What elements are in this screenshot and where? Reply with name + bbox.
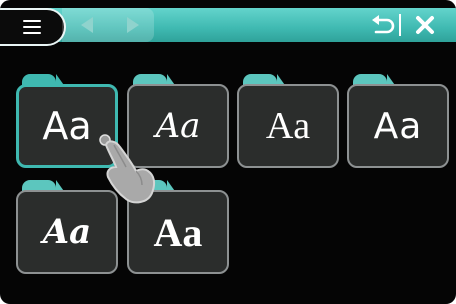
menu-button[interactable] (0, 8, 66, 46)
undo-icon (372, 15, 395, 34)
forward-button[interactable] (114, 8, 154, 42)
arrow-right-icon (127, 17, 139, 33)
font-picker-screen: Aa Aa Aa Aa Aa Aa (0, 0, 456, 304)
close-icon (416, 16, 434, 34)
font-tile-3[interactable]: Aa (237, 74, 339, 168)
arrow-left-icon (81, 17, 93, 33)
close-button[interactable] (408, 8, 442, 42)
hamburger-icon (23, 20, 41, 34)
back-button[interactable] (68, 8, 108, 42)
undo-button[interactable] (368, 8, 398, 42)
font-sample-label: Aa (373, 105, 423, 147)
navigation-arrows (62, 8, 154, 42)
font-tile-4[interactable]: Aa (347, 74, 449, 168)
toolbar-divider (399, 14, 401, 36)
font-sample-label: Aa (265, 105, 311, 147)
hand-pointer-icon (99, 134, 156, 204)
